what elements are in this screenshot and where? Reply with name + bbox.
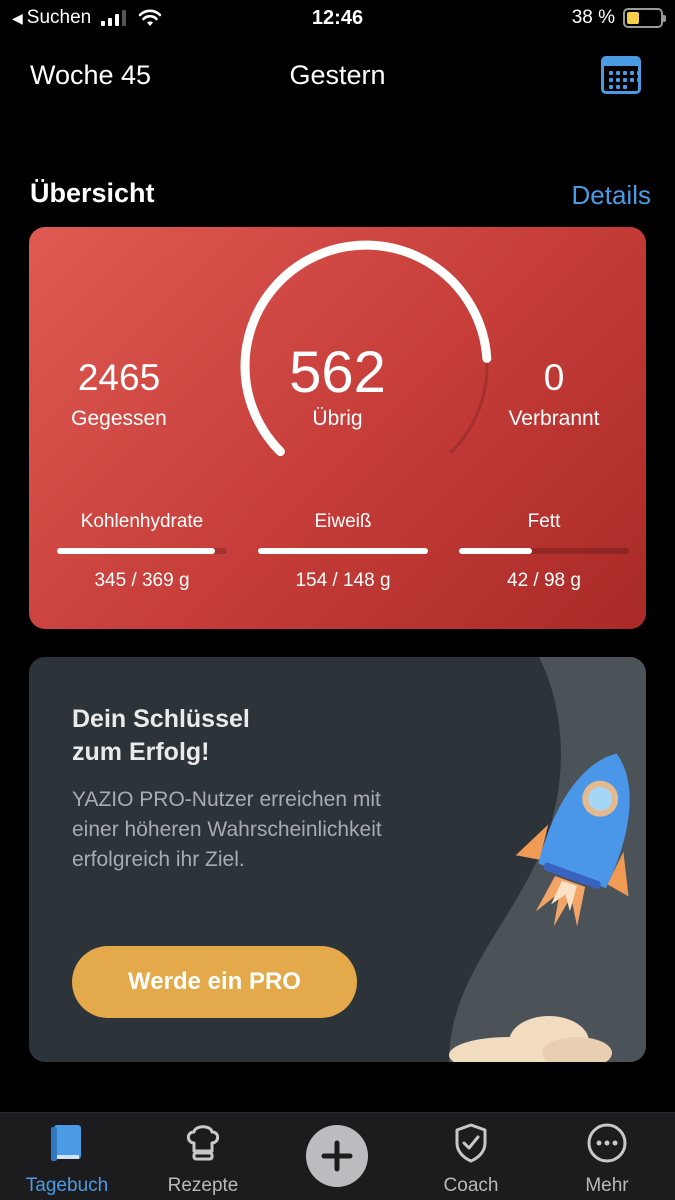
tab-tagebuch[interactable]: Tagebuch [12,1113,122,1200]
promo-text: YAZIO PRO-Nutzer erreichen mit einer höh… [72,788,382,871]
macro-progress-track [459,548,629,554]
battery-fill [627,12,640,24]
tab-coach[interactable]: Coach [416,1113,526,1200]
status-bar: ◀ Suchen 12:46 38 % [0,0,675,40]
macro-progress-fill [459,548,533,554]
macro-progress-fill [57,548,216,554]
calendar-icon[interactable] [601,56,641,94]
battery-icon [623,8,666,28]
burned-label: Verbrannt [508,407,600,430]
macro-protein: Eiweiß 154 / 148 g [258,511,428,592]
tab-rezepte[interactable]: Rezepte [148,1113,258,1200]
chef-hat-icon [186,1125,220,1161]
pro-promo-card[interactable]: Dein Schlüssel zum Erfolg! YAZIO PRO-Nut… [29,657,646,1062]
become-pro-button[interactable]: Werde ein PRO [72,946,357,1018]
macro-fat: Fett 42 / 98 g [459,511,629,592]
macro-name: Eiweiß [314,511,372,532]
tab-mehr[interactable]: Mehr [552,1113,662,1200]
macro-progress-track [258,548,428,554]
add-entry-button[interactable] [306,1125,368,1187]
burned-value: 0 [543,357,565,398]
promo-title-line1: Dein Schlüssel [72,705,250,733]
details-link[interactable]: Details [572,180,651,211]
book-icon [51,1125,81,1161]
macro-carbs: Kohlenhydrate 345 / 369 g [57,511,227,592]
status-right: 38 % [571,7,666,29]
day-title[interactable]: Gestern [0,60,675,91]
overview-title: Übersicht [30,178,155,208]
macro-name: Fett [527,511,561,532]
tab-label: Tagebuch [25,1175,109,1196]
plus-icon [321,1140,353,1172]
tab-label: Coach [443,1175,499,1196]
macro-progress-fill [258,548,428,554]
promo-title-line2: zum Erfolg! [72,738,210,766]
tab-label: Rezepte [167,1175,239,1196]
more-icon [587,1123,627,1163]
macro-amount: 154 / 148 g [295,570,391,591]
tab-label: Mehr [585,1175,629,1196]
tab-bar: Tagebuch Rezepte Coach Mehr [0,1112,675,1200]
battery-percent: 38 % [571,7,615,28]
macro-amount: 42 / 98 g [507,570,581,591]
macro-name: Kohlenhydrate [80,511,204,532]
macro-progress-track [57,548,227,554]
calorie-summary-card[interactable]: 2465 Gegessen 562 Übrig 0 Verbrannt Kohl… [29,227,646,629]
promo-title: Dein Schlüssel zum Erfolg! [72,703,392,769]
header: Woche 45 Gestern [0,56,675,100]
shield-check-icon [455,1123,487,1163]
macro-amount: 345 / 369 g [94,570,190,591]
